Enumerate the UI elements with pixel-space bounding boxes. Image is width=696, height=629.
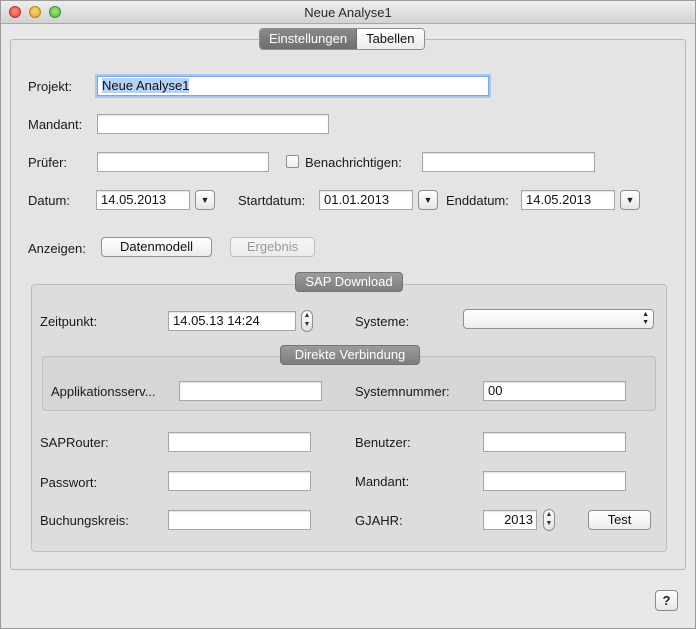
appserver-label: Applikationsserv... [51,384,156,399]
systemnummer-field[interactable]: 00 [483,381,626,401]
pruefer-label: Prüfer: [28,155,68,170]
enddatum-label: Enddatum: [446,193,509,208]
title-bar[interactable]: Neue Analyse1 [1,1,695,24]
zeitpunkt-field[interactable]: 14.05.13 14:24 [168,311,296,331]
pruefer-field[interactable] [97,152,269,172]
tab-tabellen[interactable]: Tabellen [357,29,424,49]
buchungskreis-label: Buchungskreis: [40,513,129,528]
sap-mandant-field[interactable] [483,471,626,491]
chevron-down-icon: ▼ [423,195,433,205]
datum-label: Datum: [28,193,70,208]
window-title: Neue Analyse1 [304,5,392,20]
saprouter-label: SAPRouter: [40,435,109,450]
chevron-down-icon: ▼ [625,195,635,205]
datenmodell-button[interactable]: Datenmodell [101,237,212,257]
datum-picker-button[interactable]: ▼ [195,190,215,210]
tab-einstellungen[interactable]: Einstellungen [260,29,358,49]
projekt-value: Neue Analyse1 [102,78,190,93]
chevron-down-icon: ▼ [200,195,210,205]
tab-bar: Einstellungen Tabellen [259,28,425,50]
help-button[interactable]: ? [655,590,678,611]
saprouter-field[interactable] [168,432,311,452]
enddatum-field[interactable]: 14.05.2013 [521,190,615,210]
mandant-field[interactable] [97,114,329,134]
buchungskreis-field[interactable] [168,510,311,530]
benachrichtigen-label: Benachrichtigen: [305,155,402,170]
systeme-select[interactable]: ▲ ▼ [463,309,654,329]
passwort-field[interactable] [168,471,311,491]
systemnummer-label: Systemnummer: [355,384,450,399]
up-down-arrows-icon: ▲ ▼ [303,312,311,328]
zeitpunkt-label: Zeitpunkt: [40,314,98,329]
zeitpunkt-stepper[interactable]: ▲ ▼ [301,310,313,332]
enddatum-picker-button[interactable]: ▼ [620,190,640,210]
sap-mandant-label: Mandant: [355,474,410,489]
benachrichtigen-field[interactable] [422,152,595,172]
ergebnis-button[interactable]: Ergebnis [230,237,315,257]
benutzer-field[interactable] [483,432,626,452]
appserver-field[interactable] [179,381,322,401]
projekt-label: Projekt: [28,79,73,94]
direkte-verbindung-title: Direkte Verbindung [280,345,420,365]
benachrichtigen-checkbox[interactable] [286,155,299,168]
test-button[interactable]: Test [588,510,651,530]
startdatum-field[interactable]: 01.01.2013 [319,190,413,210]
app-window: Neue Analyse1 Einstellungen Tabellen Pro… [0,0,696,629]
systeme-label: Systeme: [355,314,410,329]
datum-field[interactable]: 14.05.2013 [96,190,190,210]
startdatum-label: Startdatum: [238,193,306,208]
up-down-arrows-icon: ▲ ▼ [642,311,649,326]
benutzer-label: Benutzer: [355,435,411,450]
gjahr-field[interactable]: 2013 [483,510,537,530]
gjahr-stepper[interactable]: ▲ ▼ [543,509,555,531]
passwort-label: Passwort: [40,475,98,490]
sap-download-title: SAP Download [295,272,403,292]
projekt-field[interactable]: Neue Analyse1 [97,76,489,96]
up-down-arrows-icon: ▲ ▼ [545,511,553,527]
gjahr-label: GJAHR: [355,513,403,528]
anzeigen-label: Anzeigen: [28,241,86,256]
startdatum-picker-button[interactable]: ▼ [418,190,438,210]
mandant-label: Mandant: [28,117,83,132]
